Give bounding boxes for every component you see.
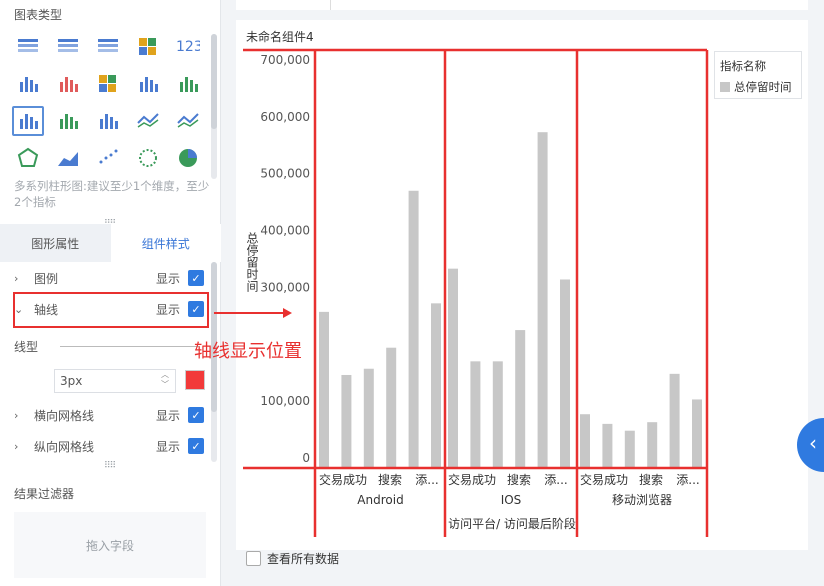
bar — [647, 422, 658, 468]
bar — [537, 132, 548, 469]
bar — [624, 430, 635, 468]
bar — [386, 347, 397, 468]
bar — [341, 374, 352, 468]
bar — [560, 279, 570, 468]
bar — [580, 414, 590, 468]
bar — [319, 311, 329, 468]
y-tick-label: 0 — [302, 451, 310, 465]
bar — [431, 303, 441, 468]
x-tick-label: 搜索 — [507, 472, 531, 487]
bar — [669, 373, 680, 468]
bar — [363, 368, 374, 468]
bar — [448, 268, 458, 468]
bar — [602, 423, 613, 468]
x-tick-label: 添... — [676, 473, 699, 487]
chevron-left-icon: ‹ — [809, 431, 817, 455]
group-label: 移动浏览器 — [612, 492, 672, 507]
y-tick-label: 100,000 — [260, 394, 310, 408]
group-label: Android — [357, 493, 403, 507]
arrow-head-icon — [283, 308, 292, 318]
x-tick-label: 搜索 — [378, 472, 402, 487]
bar — [492, 361, 503, 468]
view-all-data[interactable]: 查看所有数据 — [246, 550, 339, 567]
view-all-checkbox[interactable] — [246, 551, 261, 566]
y-tick-label: 600,000 — [260, 110, 310, 124]
y-axis-title: 总停留时间 — [245, 232, 259, 292]
y-tick-label: 700,000 — [260, 53, 310, 67]
x-tick-label: 添... — [415, 473, 438, 487]
group-label: IOS — [501, 493, 522, 507]
y-tick-label: 300,000 — [260, 280, 310, 294]
y-tick-label: 400,000 — [260, 224, 310, 238]
x-tick-label: 添... — [544, 473, 567, 487]
y-tick-label: 500,000 — [260, 167, 310, 181]
bar — [408, 190, 419, 468]
bar — [692, 399, 702, 468]
bar-chart: 0 100,000 300,000 400,000 500,000 600,000 700,… — [214, 48, 709, 537]
view-all-label: 查看所有数据 — [267, 552, 340, 566]
x-tick-label: 交易成功 — [319, 472, 367, 487]
bar — [515, 330, 526, 468]
x-tick-label: 交易成功 — [580, 472, 628, 487]
bar — [470, 361, 481, 468]
x-axis-title: 访问平台/ 访问最后阶段 — [448, 516, 576, 531]
x-tick-label: 交易成功 — [448, 472, 496, 487]
x-tick-label: 搜索 — [639, 472, 663, 487]
annotation-text: 轴线显示位置 — [194, 341, 302, 362]
